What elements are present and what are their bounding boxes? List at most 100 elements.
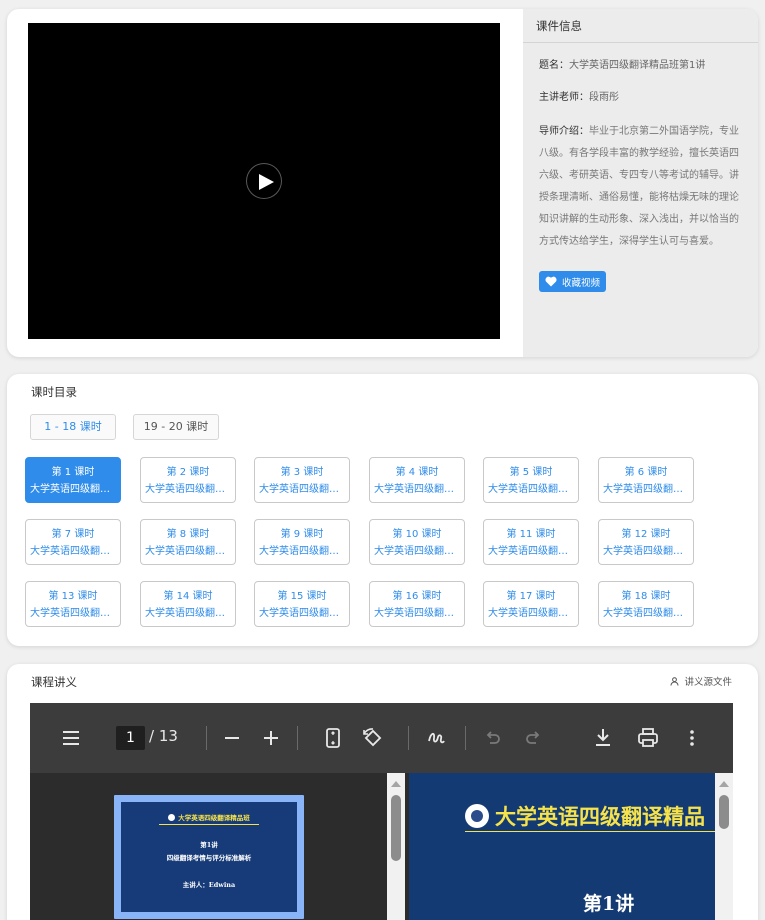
lesson-item[interactable]: 第 16 课时大学英语四级翻译精品班第16讲: [369, 581, 465, 627]
lesson-title: 大学英语四级翻译精品班第14讲: [145, 608, 235, 619]
page-brand: 大学英语四级翻译精品: [465, 801, 705, 831]
lesson-item[interactable]: 第 7 课时大学英语四级翻译精品班第7讲: [25, 519, 121, 565]
rotate-icon[interactable]: [361, 726, 385, 750]
print-icon[interactable]: [637, 726, 659, 750]
page-number-input[interactable]: 1: [116, 726, 145, 750]
undo-icon[interactable]: [484, 726, 502, 750]
course-video-card: 课件信息 题名：大学英语四级翻译精品班第1讲 主讲老师：段雨彤 导师介绍：毕业于…: [7, 9, 758, 357]
lesson-item[interactable]: 第 13 课时大学英语四级翻译精品班第13讲: [25, 581, 121, 627]
lesson-number: 第 11 课时: [506, 529, 556, 540]
lesson-title: 大学英语四级翻译精品班第13讲: [30, 608, 120, 619]
lesson-number: 第 8 课时: [166, 529, 210, 540]
more-options-icon[interactable]: [688, 726, 696, 750]
thumbnail-divider: [159, 824, 259, 825]
handout-source-link[interactable]: 讲义源文件: [670, 674, 732, 688]
scroll-up-icon[interactable]: [391, 781, 401, 787]
lesson-title: 大学英语四级翻译精品班第8讲: [145, 546, 235, 557]
page-thumbnail: 大学英语四级翻译精品班 第1讲 四级翻译考情与评分标准解析 主讲人：Edwina: [121, 802, 297, 912]
lesson-title: 大学英语四级翻译精品班第2讲: [145, 484, 235, 495]
lesson-item[interactable]: 第 9 课时大学英语四级翻译精品班第9讲: [254, 519, 350, 565]
pdf-toolbar: 1 / 13: [30, 703, 733, 773]
lesson-number: 第 1 课时: [51, 467, 95, 478]
video-player[interactable]: [28, 23, 500, 339]
lesson-item[interactable]: 第 6 课时大学英语四级翻译精品班第6讲: [598, 457, 694, 503]
zoom-in-icon[interactable]: [262, 726, 280, 750]
lesson-catalog-title: 课时目录: [31, 385, 77, 399]
lesson-item[interactable]: 第 2 课时大学英语四级翻译精品班第2讲: [140, 457, 236, 503]
lesson-item[interactable]: 第 17 课时大学英语四级翻译精品班第17讲: [483, 581, 579, 627]
lesson-item[interactable]: 第 14 课时大学英语四级翻译精品班第14讲: [140, 581, 236, 627]
lesson-item[interactable]: 第 1 课时大学英语四级翻译精品班第1讲: [25, 457, 121, 503]
course-topic: 题名：大学英语四级翻译精品班第1讲: [539, 59, 744, 73]
lesson-number: 第 16 课时: [392, 591, 442, 602]
logo-icon: [168, 813, 176, 821]
toolbar-divider: [206, 726, 207, 750]
lesson-number: 第 9 课时: [280, 529, 324, 540]
lesson-number: 第 12 课时: [621, 529, 671, 540]
scrollbar-thumb[interactable]: [719, 795, 729, 829]
lesson-title: 大学英语四级翻译精品班第12讲: [603, 546, 693, 557]
play-icon: [259, 174, 274, 190]
user-icon: [670, 676, 679, 686]
pdf-page: 大学英语四级翻译精品 第1讲: [409, 773, 719, 920]
thumbnail-sidebar: 大学英语四级翻译精品班 第1讲 四级翻译考情与评分标准解析 主讲人：Edwina: [30, 773, 387, 920]
lesson-item[interactable]: 第 10 课时大学英语四级翻译精品班第10讲: [369, 519, 465, 565]
thumbnail-scrollbar[interactable]: [387, 773, 405, 920]
fit-page-icon[interactable]: [325, 726, 341, 750]
lesson-title: 大学英语四级翻译精品班第1讲: [30, 484, 120, 495]
lesson-title: 大学英语四级翻译精品班第3讲: [259, 484, 349, 495]
handout-source-label: 讲义源文件: [684, 677, 732, 688]
range-tab-19-20[interactable]: 19 - 20 课时: [133, 414, 219, 440]
menu-icon[interactable]: [61, 726, 81, 750]
favorite-video-button[interactable]: 收藏视频: [539, 271, 607, 292]
thumbnail-brand-text: 大学英语四级翻译精品班: [178, 814, 250, 822]
redo-icon[interactable]: [524, 726, 542, 750]
lesson-title: 大学英语四级翻译精品班第18讲: [603, 608, 693, 619]
thumbnail-lecture: 第1讲: [200, 841, 218, 849]
download-icon[interactable]: [593, 726, 613, 750]
course-teacher: 主讲老师：段雨彤: [539, 91, 744, 105]
lesson-number: 第 10 课时: [392, 529, 442, 540]
toolbar-divider: [408, 726, 409, 750]
lesson-item[interactable]: 第 15 课时大学英语四级翻译精品班第15讲: [254, 581, 350, 627]
play-button[interactable]: [246, 163, 282, 199]
topic-label: 题名：: [539, 60, 569, 71]
lesson-number: 第 5 课时: [509, 467, 553, 478]
thumbnail-brand: 大学英语四级翻译精品班: [121, 812, 297, 822]
zoom-out-icon[interactable]: [223, 726, 241, 750]
teacher-intro: 导师介绍：毕业于北京第二外国语学院，专业八级。有各学段丰富的教学经验，擅长英语四…: [539, 121, 744, 253]
lesson-item[interactable]: 第 4 课时大学英语四级翻译精品班第4讲: [369, 457, 465, 503]
lesson-item[interactable]: 第 11 课时大学英语四级翻译精品班第11讲: [483, 519, 579, 565]
lesson-number: 第 6 课时: [624, 467, 668, 478]
lesson-item[interactable]: 第 12 课时大学英语四级翻译精品班第12讲: [598, 519, 694, 565]
lesson-number: 第 3 课时: [280, 467, 324, 478]
page-thumbnail-selected[interactable]: 大学英语四级翻译精品班 第1讲 四级翻译考情与评分标准解析 主讲人：Edwina: [114, 795, 304, 919]
lesson-item[interactable]: 第 3 课时大学英语四级翻译精品班第3讲: [254, 457, 350, 503]
page-scrollbar[interactable]: [715, 773, 733, 920]
topic-value: 大学英语四级翻译精品班第1讲: [569, 60, 706, 71]
lesson-item[interactable]: 第 18 课时大学英语四级翻译精品班第18讲: [598, 581, 694, 627]
teacher-value: 段雨彤: [589, 92, 619, 103]
scrollbar-thumb[interactable]: [391, 795, 401, 861]
lesson-number: 第 17 课时: [506, 591, 556, 602]
lesson-title: 大学英语四级翻译精品班第4讲: [374, 484, 464, 495]
lesson-number: 第 15 课时: [277, 591, 327, 602]
page-divider: [465, 831, 719, 832]
lesson-number: 第 2 课时: [166, 467, 210, 478]
lesson-title: 大学英语四级翻译精品班第15讲: [259, 608, 349, 619]
thumbnail-subtitle: 四级翻译考情与评分标准解析: [166, 854, 252, 862]
page-view-area: 大学英语四级翻译精品 第1讲: [405, 773, 719, 920]
lesson-number: 第 14 课时: [163, 591, 213, 602]
scroll-up-icon[interactable]: [719, 781, 729, 787]
lesson-catalog-card: 课时目录 1 - 18 课时 19 - 20 课时 第 1 课时大学英语四级翻译…: [7, 374, 758, 646]
lesson-title: 大学英语四级翻译精品班第17讲: [488, 608, 578, 619]
annotate-icon[interactable]: [426, 726, 446, 750]
teacher-label: 主讲老师：: [539, 92, 589, 103]
toolbar-divider: [297, 726, 298, 750]
lesson-title: 大学英语四级翻译精品班第6讲: [603, 484, 693, 495]
range-tab-1-18[interactable]: 1 - 18 课时: [30, 414, 116, 440]
lesson-item[interactable]: 第 8 课时大学英语四级翻译精品班第8讲: [140, 519, 236, 565]
handout-card: 课程讲义 讲义源文件 1 / 13 大学英语四级翻译精品班 第1讲 四级翻译考情…: [7, 664, 758, 920]
lesson-title: 大学英语四级翻译精品班第5讲: [488, 484, 578, 495]
lesson-item[interactable]: 第 5 课时大学英语四级翻译精品班第5讲: [483, 457, 579, 503]
